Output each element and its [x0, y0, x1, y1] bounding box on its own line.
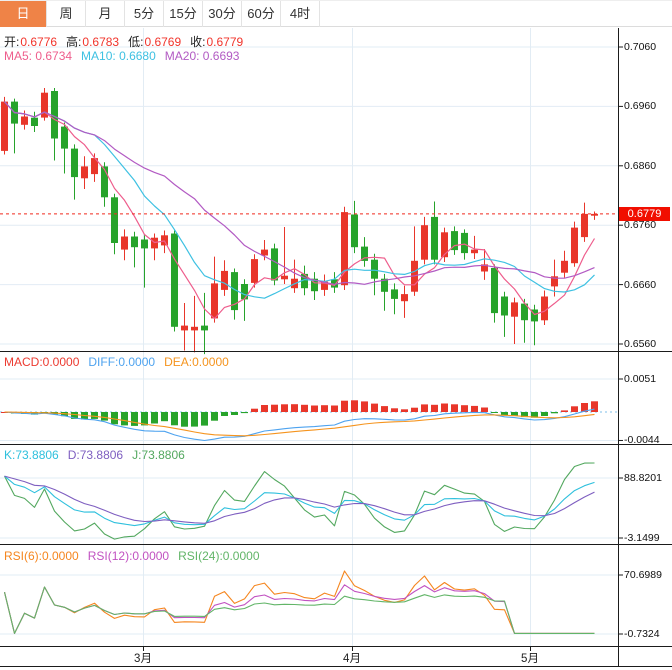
- price-tick-0.6860: 0.6860: [624, 159, 657, 172]
- x-tick-3月: 3月: [134, 653, 152, 665]
- chart-canvas[interactable]: [0, 1, 672, 670]
- rsi-tick--0.7324: -0.7324: [624, 628, 660, 640]
- price-tick-0.6560: 0.6560: [624, 338, 657, 350]
- macd-tick--0.0044: -0.0044: [624, 434, 660, 447]
- borders-layer: [0, 28, 672, 667]
- x-tick-4月: 4月: [343, 653, 361, 665]
- ma-lines-layer: [4, 101, 596, 320]
- x-tick-5月: 5月: [521, 653, 539, 665]
- kdj-tick--3.1499: -3.1499: [624, 531, 660, 544]
- price-tick-0.6760: 0.6760: [624, 219, 657, 232]
- trading-chart-app: 日周月 5分 15分 30分 60分 4时 开:0.6776 高:0.6783 低:0.676…: [0, 0, 672, 670]
- candles-layer: [1, 87, 598, 355]
- price-tick-0.6660: 0.6660: [624, 278, 657, 291]
- macd-tick-0.0051: 0.0051: [624, 372, 657, 385]
- kdj-tick-88.8201: 88.8201: [624, 472, 662, 484]
- gridlines-layer: [0, 28, 618, 646]
- rsi-layer: [3, 570, 595, 634]
- price-tick-0.7060: 0.7060: [624, 41, 657, 53]
- current-price-badge: 0.6779: [619, 206, 670, 221]
- kdj-layer: [4, 462, 595, 540]
- price-tick-0.6960: 0.6960: [624, 100, 657, 113]
- rsi-tick-70.6989: 70.6989: [624, 569, 662, 581]
- macd-layer: [0, 400, 618, 442]
